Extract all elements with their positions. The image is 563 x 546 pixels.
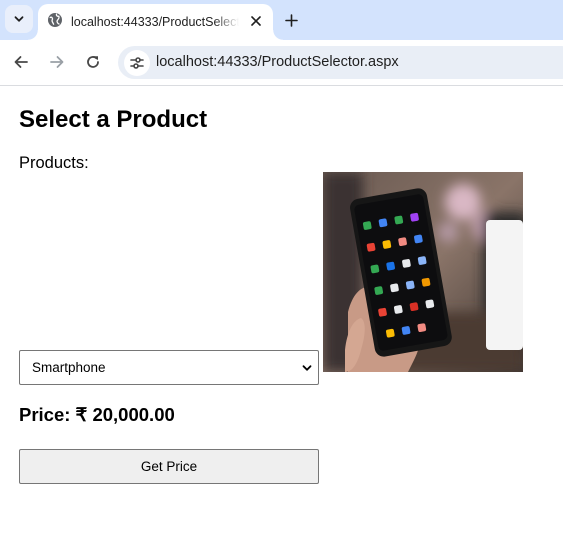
site-info-button[interactable]: [124, 50, 150, 76]
address-bar[interactable]: localhost:44333/ProductSelector.aspx: [118, 46, 563, 79]
close-tab-button[interactable]: [246, 11, 266, 31]
back-button[interactable]: [10, 51, 32, 73]
product-select-value: Smartphone: [32, 360, 106, 375]
product-image: [323, 172, 523, 372]
globe-icon: [48, 13, 62, 27]
tune-icon: [130, 57, 144, 69]
plus-icon: [284, 13, 298, 27]
products-label: Products:: [19, 154, 89, 172]
new-tab-button[interactable]: [280, 9, 302, 31]
forward-arrow-icon: [50, 56, 64, 68]
browser-tabstrip: localhost:44333/ProductSelector.aspx: [0, 0, 563, 40]
page-title: Select a Product: [19, 106, 208, 133]
chevron-down-icon: [14, 16, 24, 22]
chevron-down-icon: [302, 365, 312, 371]
product-select[interactable]: Smartphone: [19, 350, 319, 385]
reload-icon: [87, 56, 99, 68]
reload-button[interactable]: [82, 51, 104, 73]
url-text: localhost:44333/ProductSelector.aspx: [156, 54, 399, 70]
price-text: Price: ₹ 20,000.00: [19, 404, 175, 425]
tab-search-button[interactable]: [5, 5, 33, 33]
forward-button[interactable]: [46, 51, 68, 73]
page-content: Select a Product Products: Smartphone Pr…: [0, 86, 563, 546]
tab-title: localhost:44333/ProductSelector.aspx: [71, 15, 239, 29]
get-price-button[interactable]: Get Price: [19, 449, 319, 484]
browser-tab[interactable]: localhost:44333/ProductSelector.aspx: [28, 4, 283, 40]
back-arrow-icon: [14, 56, 28, 68]
browser-toolbar: localhost:44333/ProductSelector.aspx: [0, 40, 563, 86]
close-icon: [251, 16, 261, 26]
